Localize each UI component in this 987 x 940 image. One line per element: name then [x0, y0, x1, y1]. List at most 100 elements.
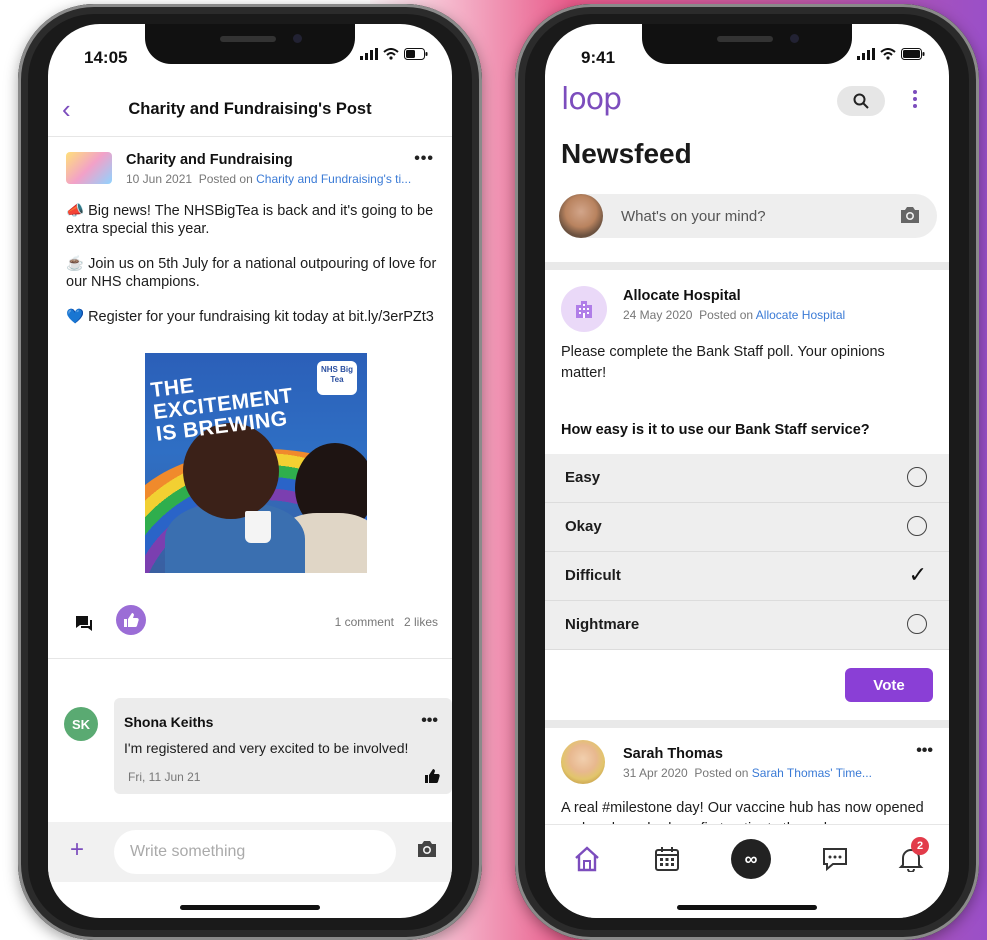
nhs-big-tea-badge: NHS Big Tea: [317, 361, 357, 395]
posted-on-link[interactable]: Charity and Fundraising's ti...: [256, 172, 411, 186]
post-paragraph: 📣 Big news! The NHSBigTea is back and it…: [66, 203, 434, 237]
section-separator: [545, 262, 949, 270]
poll-option-okay[interactable]: Okay: [545, 503, 949, 552]
composer-placeholder: What's on your mind?: [621, 208, 766, 225]
tab-messages[interactable]: [815, 839, 855, 879]
status-icons: [857, 48, 925, 60]
left-screen: 14:05 ‹ Charity and Fundraising's Post C…: [48, 24, 452, 918]
post-author[interactable]: Charity and Fundraising: [126, 152, 293, 168]
loop-icon: ∞: [731, 839, 771, 879]
notch: [145, 24, 355, 64]
avatar[interactable]: SK: [64, 707, 98, 741]
status-time: 9:41: [581, 48, 616, 67]
post-date: 31 Apr 2020: [623, 766, 688, 780]
signal-icon: [857, 48, 875, 60]
image-headline: THE EXCITEMENT IS BREWING: [149, 374, 295, 446]
post-author[interactable]: Allocate Hospital: [623, 288, 741, 304]
comment-date: Fri, 11 Jun 21: [128, 770, 201, 784]
posted-on-label: Posted on: [198, 172, 253, 186]
calendar-icon: [655, 847, 679, 871]
right-phone: 9:41 loop Newsfeed What's on your mind? …: [515, 4, 979, 940]
comment-more-icon[interactable]: •••: [421, 712, 438, 730]
radio-unselected-icon[interactable]: [907, 467, 927, 487]
left-phone: 14:05 ‹ Charity and Fundraising's Post C…: [18, 4, 482, 940]
comment-icon[interactable]: [74, 615, 94, 633]
comment-author[interactable]: Shona Keiths: [124, 714, 213, 730]
post-body: 📣 Big news! The NHSBigTea is back and it…: [66, 202, 438, 343]
post-meta: 24 May 2020 Posted on Allocate Hospital: [623, 308, 845, 322]
comment-text: I'm registered and very excited to be in…: [124, 740, 409, 756]
home-indicator: [677, 905, 817, 910]
camera-icon[interactable]: [416, 840, 438, 858]
checkmark-icon[interactable]: ✓: [909, 562, 927, 588]
poll-option-nightmare[interactable]: Nightmare: [545, 601, 949, 650]
post-header-bar: ‹ Charity and Fundraising's Post: [48, 82, 452, 137]
tab-loop[interactable]: ∞: [731, 839, 771, 879]
page-title: Newsfeed: [561, 138, 692, 169]
poll-option-label: Easy: [565, 469, 601, 486]
loop-logo[interactable]: loop: [561, 82, 622, 117]
more-options-icon[interactable]: •••: [916, 742, 933, 760]
thumbs-up-icon[interactable]: [424, 768, 440, 784]
post-meta: 10 Jun 2021 Posted on Charity and Fundra…: [126, 172, 446, 186]
search-button[interactable]: [837, 86, 885, 116]
radio-unselected-icon[interactable]: [907, 516, 927, 536]
battery-icon: [901, 48, 925, 60]
poll-question: How easy is it to use our Bank Staff ser…: [561, 422, 870, 438]
comment-count[interactable]: 1 comment: [335, 615, 394, 629]
tab-notifications[interactable]: 2: [891, 837, 931, 879]
poll-option-label: Nightmare: [565, 616, 640, 633]
like-count[interactable]: 2 likes: [404, 615, 438, 629]
comment-composer: +: [48, 822, 452, 882]
divider: [48, 658, 452, 659]
hospital-avatar[interactable]: [561, 286, 607, 332]
comment-card: Shona Keiths I'm registered and very exc…: [114, 698, 452, 794]
post-image[interactable]: THE EXCITEMENT IS BREWING NHS Big Tea: [145, 353, 367, 573]
radio-unselected-icon[interactable]: [907, 614, 927, 634]
write-something-input[interactable]: [114, 830, 396, 874]
posted-on-link[interactable]: Sarah Thomas' Time...: [752, 766, 872, 780]
tab-home[interactable]: [567, 839, 607, 879]
status-composer[interactable]: What's on your mind?: [559, 194, 937, 238]
right-screen: 9:41 loop Newsfeed What's on your mind? …: [545, 24, 949, 918]
avatar[interactable]: [559, 194, 603, 238]
chat-icon: [823, 848, 847, 872]
poll-option-label: Difficult: [565, 567, 621, 584]
notch: [642, 24, 852, 64]
tab-calendar[interactable]: [647, 839, 687, 879]
status-icons: [360, 48, 428, 60]
home-icon: [575, 846, 599, 872]
post-paragraph: ☕ Join us on 5th July for a national out…: [66, 256, 437, 290]
signal-icon: [360, 48, 378, 60]
like-button[interactable]: [116, 605, 146, 635]
battery-icon: [404, 48, 428, 60]
poll-option-difficult[interactable]: Difficult ✓: [545, 552, 949, 601]
thumbs-up-icon: [124, 613, 139, 627]
home-indicator: [180, 905, 320, 910]
posted-on-link[interactable]: Allocate Hospital: [756, 308, 845, 322]
engagement-counts: 1 comment 2 likes: [335, 615, 438, 629]
page-title: Charity and Fundraising's Post: [128, 100, 372, 118]
post-author[interactable]: Sarah Thomas: [623, 746, 723, 762]
vote-button[interactable]: Vote: [845, 668, 933, 702]
status-time: 14:05: [84, 48, 128, 67]
kebab-menu-icon[interactable]: [913, 90, 917, 111]
building-icon: [576, 301, 592, 318]
camera-icon[interactable]: [899, 206, 921, 224]
mug-graphic: [245, 511, 271, 543]
posted-on-label: Posted on: [699, 308, 754, 322]
section-separator: [545, 720, 949, 728]
plus-icon[interactable]: +: [70, 836, 84, 864]
avatar[interactable]: [561, 740, 605, 784]
post-body: Please complete the Bank Staff poll. You…: [561, 344, 885, 381]
more-options-icon[interactable]: •••: [414, 150, 434, 168]
posted-on-label: Posted on: [694, 766, 749, 780]
post-body: A real #milestone day! Our vaccine hub h…: [561, 800, 924, 826]
poll-option-easy[interactable]: Easy: [545, 454, 949, 503]
wifi-icon: [383, 48, 399, 60]
organisation-logo[interactable]: [66, 152, 112, 184]
poll-option-label: Okay: [565, 518, 602, 535]
poll-options: Easy Okay Difficult ✓ Nightmare: [545, 454, 949, 650]
post-date: 24 May 2020: [623, 308, 693, 322]
notification-badge: 2: [911, 837, 929, 855]
